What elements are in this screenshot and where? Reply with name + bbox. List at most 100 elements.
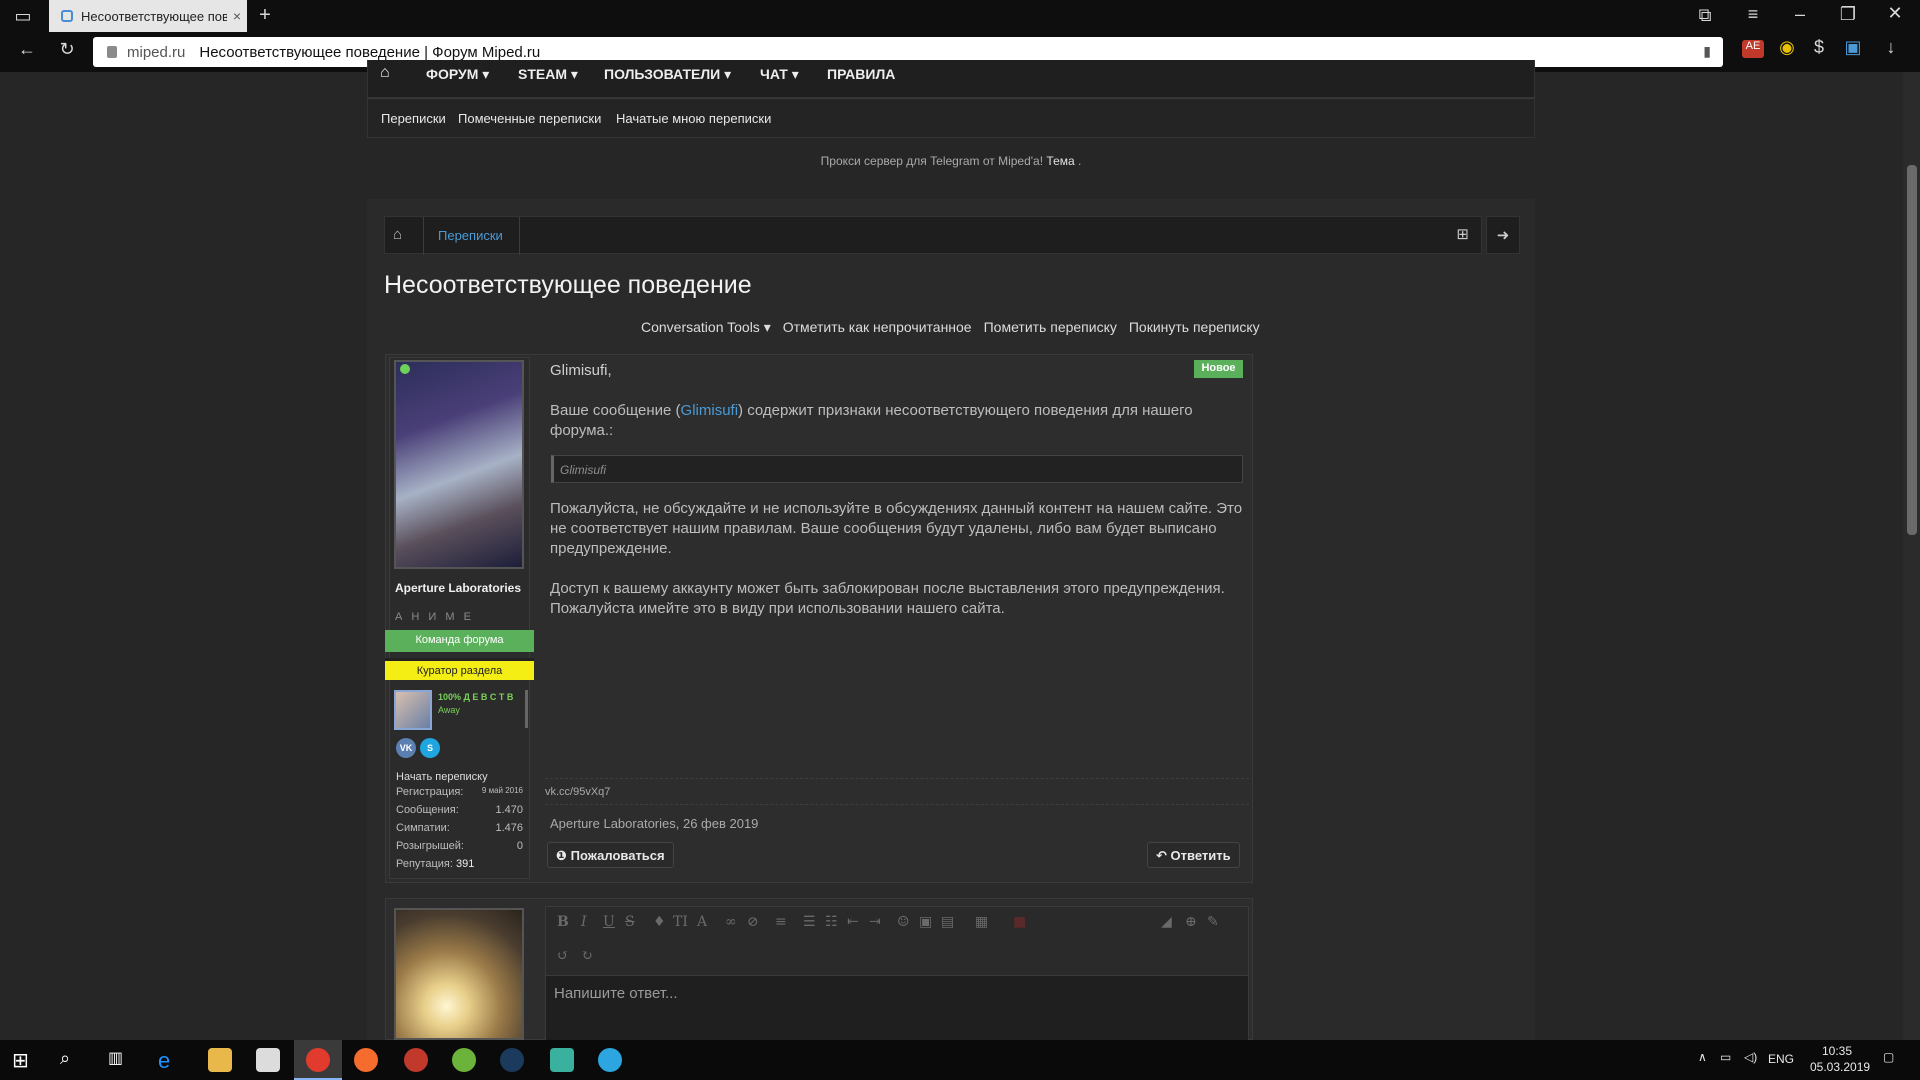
language-indicator[interactable]: ENG (1768, 1052, 1794, 1066)
subnav-conversations[interactable]: Переписки (381, 111, 446, 126)
strike-icon[interactable]: S (625, 914, 635, 930)
outdent-icon[interactable]: ⇤ (847, 914, 859, 930)
nav-steam[interactable]: STEAM ▾ (518, 66, 578, 83)
team-badge: Команда форума (385, 630, 534, 652)
back-button[interactable]: ← (12, 39, 42, 60)
tab-close-icon[interactable]: × (227, 8, 247, 24)
nav-chat[interactable]: ЧАТ ▾ (760, 66, 799, 83)
breadcrumb-home-icon[interactable]: ⌂ (393, 226, 402, 243)
report-button[interactable]: ❶ Пожаловаться (547, 842, 674, 868)
telegram-icon[interactable] (598, 1048, 622, 1072)
mini-scrollbar[interactable] (525, 690, 528, 728)
undo-icon[interactable]: ↺ (557, 948, 569, 964)
skype-icon[interactable]: S (420, 738, 440, 758)
curator-badge: Куратор раздела (385, 658, 534, 680)
search-icon[interactable]: ⌕ (60, 1048, 84, 1072)
steam-icon[interactable] (500, 1048, 524, 1072)
online-status-icon (400, 364, 410, 374)
save-draft-icon[interactable]: ▦ (975, 914, 988, 930)
notice-link[interactable]: Тема (1046, 154, 1074, 168)
star-conversation-link[interactable]: Пометить переписку (984, 319, 1117, 336)
more-icon[interactable]: ⊕ (1185, 914, 1197, 930)
store-icon[interactable] (256, 1048, 280, 1072)
discord-icon[interactable] (550, 1048, 574, 1072)
network-icon[interactable]: ▭ (1720, 1050, 1731, 1064)
redo-icon[interactable]: ↻ (581, 948, 593, 964)
jump-to-icon[interactable]: ➜ (1486, 216, 1520, 254)
align-icon[interactable]: ≡ (775, 914, 787, 930)
bold-icon[interactable]: B (557, 914, 569, 930)
menu-icon[interactable]: ≡ (1738, 4, 1768, 25)
quoted-content: Glimisufi (551, 455, 1243, 483)
font-icon[interactable]: A (697, 914, 707, 930)
new-tab-button[interactable]: + (250, 4, 280, 27)
extension-ae-icon[interactable]: AE (1742, 40, 1764, 58)
mini-status: Away (438, 705, 460, 715)
color-icon[interactable]: ♦ (653, 914, 666, 930)
mark-unread-link[interactable]: Отметить как непрочитанное (783, 319, 972, 336)
yandex-icon[interactable] (306, 1048, 330, 1072)
mini-avatar[interactable] (394, 690, 432, 730)
browser-tab-bar: ▭ Несоответствующее пове × + ⧉ ≡ – ❐ ✕ (0, 0, 1920, 32)
bookmark-icon[interactable]: ▮ (1703, 43, 1711, 60)
nav-home-icon[interactable]: ⌂ (380, 64, 390, 82)
edge-icon[interactable]: e (158, 1048, 182, 1073)
breadcrumb-conversations[interactable]: Переписки (438, 228, 503, 243)
nav-users[interactable]: ПОЛЬЗОВАТЕЛИ ▾ (604, 66, 731, 83)
underline-icon[interactable]: U (603, 914, 615, 930)
clock-time[interactable]: 10:35 (1822, 1044, 1852, 1058)
tab-manager-icon[interactable]: ⧉ (1690, 5, 1720, 26)
extension-dollar-icon[interactable]: $ (1804, 37, 1834, 58)
leave-conversation-link[interactable]: Покинуть переписку (1129, 319, 1260, 336)
page-scrollbar-thumb[interactable] (1907, 165, 1917, 535)
reply-avatar (394, 908, 524, 1040)
nav-forum[interactable]: ФОРУМ ▾ (426, 66, 489, 83)
font-size-icon[interactable]: TI (673, 914, 688, 930)
extension-coin-icon[interactable]: ◉ (1772, 37, 1802, 58)
tab-favicon-icon (61, 10, 73, 22)
vk-icon[interactable]: VK (396, 738, 416, 758)
wrench-icon[interactable]: ✎ (1207, 914, 1219, 930)
utorrent-icon[interactable] (452, 1048, 476, 1072)
spoiler-icon[interactable]: ■ (1013, 914, 1026, 930)
message-meta[interactable]: Aperture Laboratories, 26 фев 2019 (550, 816, 758, 831)
unlink-icon[interactable]: ⊘ (747, 914, 759, 930)
windows-start-icon[interactable]: ⊞ (12, 1048, 36, 1072)
subnav-starred[interactable]: Помеченные переписки (458, 111, 601, 126)
notifications-icon[interactable]: ▢ (1883, 1050, 1894, 1064)
window-close-icon[interactable]: ✕ (1880, 3, 1910, 24)
restore-icon[interactable]: ❐ (1833, 4, 1863, 25)
conversation-tools-menu[interactable]: Conversation Tools ▾ (641, 319, 771, 336)
nav-rules[interactable]: ПРАВИЛА (827, 66, 895, 82)
media-icon[interactable]: ▤ (941, 914, 954, 930)
minimize-icon[interactable]: – (1785, 4, 1815, 25)
downloads-button[interactable]: ↓ (1876, 37, 1906, 58)
explorer-icon[interactable] (208, 1048, 232, 1072)
sitemap-icon[interactable]: ⊞ (1456, 225, 1469, 243)
notice-suffix: . (1078, 154, 1082, 168)
italic-icon[interactable]: I (581, 914, 587, 930)
eraser-icon[interactable]: ◢ (1161, 914, 1172, 930)
volume-icon[interactable]: ◁) (1744, 1050, 1757, 1064)
reply-button[interactable]: ↶ Ответить (1147, 842, 1240, 868)
extension-gift-icon[interactable]: ▣ (1838, 37, 1868, 58)
tray-arrow-icon[interactable]: ∧ (1698, 1050, 1707, 1064)
origin-icon[interactable] (354, 1048, 378, 1072)
indent-icon[interactable]: ⇥ (869, 914, 881, 930)
link-icon[interactable]: ∞ (725, 914, 737, 930)
image-icon[interactable]: ▣ (919, 914, 932, 930)
clock-date[interactable]: 05.03.2019 (1810, 1060, 1870, 1074)
mentioned-user-link[interactable]: Glimisufi (681, 402, 739, 419)
subnav-started-by-me[interactable]: Начатые мною переписки (616, 111, 771, 126)
start-conversation-link[interactable]: Начать переписку (396, 771, 488, 783)
avatar[interactable] (394, 360, 524, 569)
reload-button[interactable]: ↻ (52, 39, 82, 60)
bullet-list-icon[interactable]: ☰ (803, 914, 816, 930)
browser-tab[interactable]: Несоответствующее пове × (49, 0, 247, 32)
task-view-icon[interactable]: ▥ (108, 1048, 132, 1072)
smilie-icon[interactable]: ☺ (897, 914, 910, 930)
sidebar-toggle-icon[interactable]: ▭ (8, 6, 38, 27)
number-list-icon[interactable]: ☷ (825, 914, 838, 930)
ccleaner-icon[interactable] (404, 1048, 428, 1072)
author-name[interactable]: Aperture Laboratories (395, 581, 525, 596)
